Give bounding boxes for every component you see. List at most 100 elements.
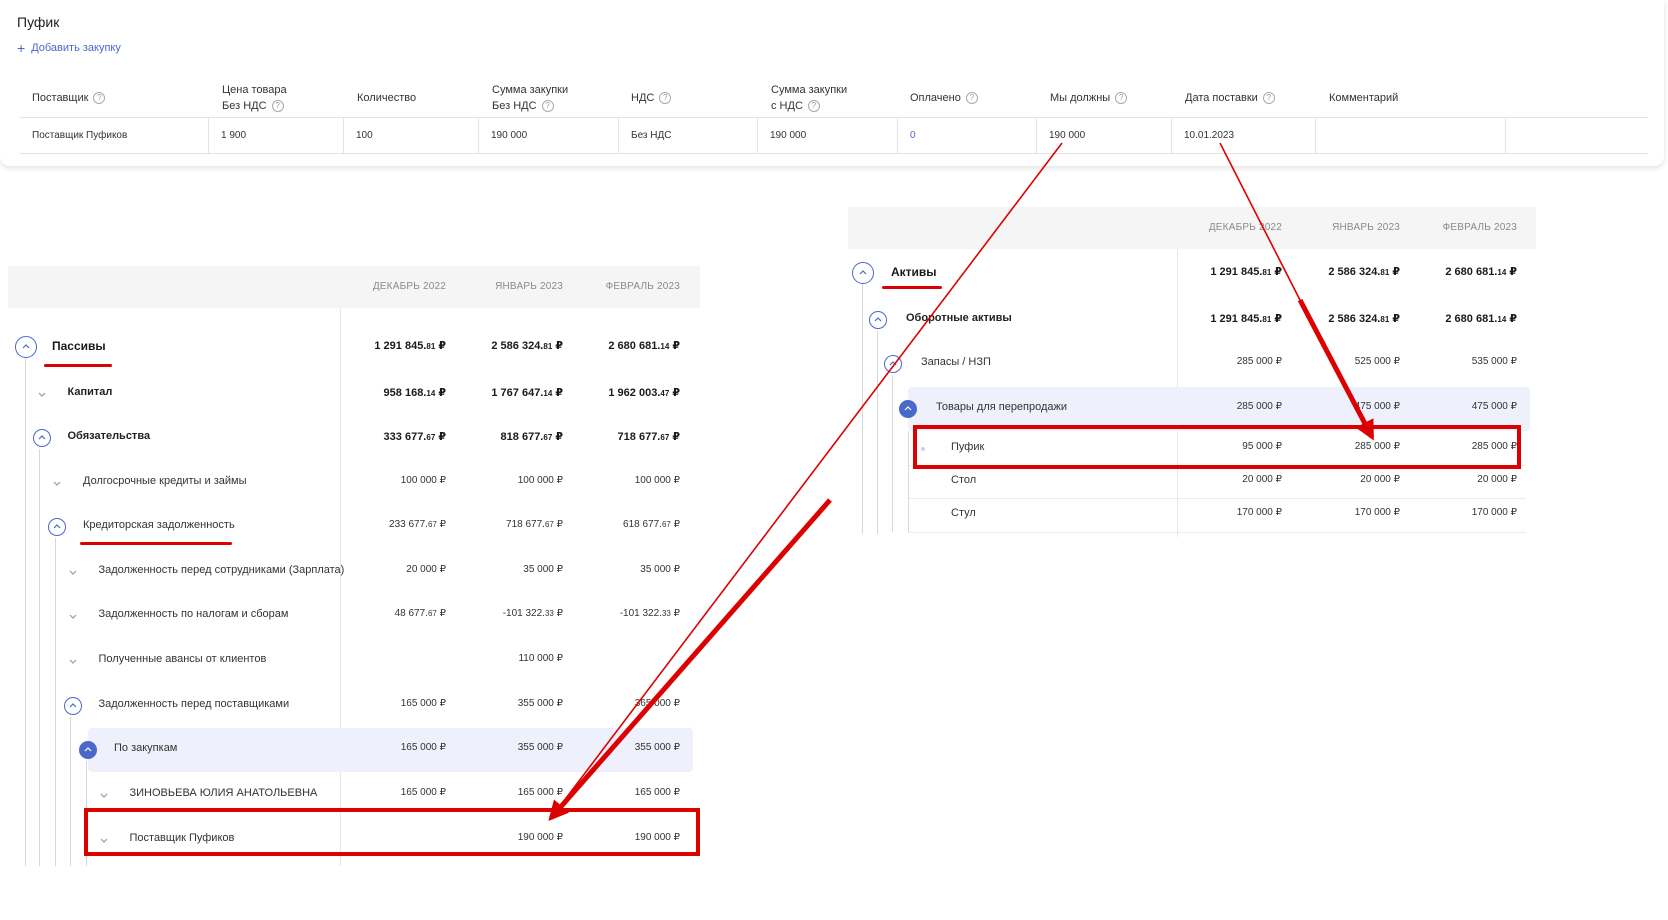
month-column-header: ФЕВРАЛЬ 2023: [1442, 222, 1517, 233]
column-header: Комментарий: [1329, 78, 1398, 118]
column-header-label: Оплачено?: [910, 90, 978, 106]
tree-row-label[interactable]: Стул: [951, 507, 976, 519]
tree-row-label[interactable]: Активы: [891, 265, 937, 279]
chevron-up-icon[interactable]: [899, 400, 917, 418]
column-header: Цена товара Без НДС?: [222, 78, 287, 118]
row-separator: [908, 498, 1526, 499]
column-header: Оплачено?: [910, 78, 978, 118]
help-icon[interactable]: ?: [807, 100, 820, 113]
kopecks: 14: [660, 342, 670, 351]
tree-row-label[interactable]: По закупкам: [114, 742, 177, 754]
table-cell: Без НДС: [618, 118, 757, 154]
amount-cell: 2 680 681.14 ₽: [1445, 313, 1517, 325]
table-cell: 1 900: [208, 118, 343, 154]
chevron-up-icon[interactable]: [32, 429, 51, 447]
chevron-down-icon[interactable]: [64, 607, 82, 625]
add-purchase-label: Добавить закупку: [31, 42, 121, 54]
table-cell: [1505, 118, 1648, 154]
amount-cell: 20 000 ₽: [1477, 474, 1517, 485]
annotation-underline-passives: [44, 364, 112, 367]
annotation-underline-creditor: [80, 542, 232, 545]
column-header-line2: с НДС?: [771, 98, 847, 114]
chevron-down-icon[interactable]: [33, 385, 51, 403]
table-row[interactable]: Поставщик Пуфиков 1 900 100 190 000 Без НДС 1…: [20, 118, 1648, 154]
chevron-up-icon[interactable]: [884, 355, 902, 373]
chevron-down-icon[interactable]: [95, 786, 113, 804]
chevron-up-icon[interactable]: [869, 311, 887, 329]
column-header-line1: Сумма закупки: [771, 84, 848, 96]
column-header-line1: Сумма закупки: [492, 84, 569, 96]
amount-cell: 2 680 681.14 ₽: [1445, 266, 1517, 278]
chevron-up-icon[interactable]: [79, 741, 97, 759]
column-header-line1: Дата поставки?: [1185, 90, 1275, 106]
help-icon[interactable]: ?: [659, 92, 672, 105]
kopecks: 67: [661, 520, 671, 529]
amount-cell: 475 000 ₽: [1471, 401, 1517, 412]
chevron-up-icon[interactable]: [48, 518, 66, 536]
table-cell: 100: [343, 118, 478, 154]
assets-panel: ДЕКАБРЬ 2022 ЯНВАРЬ 2023 ФЕВРАЛЬ 2023 Актив…: [848, 207, 1536, 537]
tree-row-label[interactable]: Полученные авансы от клиентов: [99, 653, 267, 665]
help-icon[interactable]: ?: [93, 92, 106, 105]
tree-row-label[interactable]: Товары для перепродажи: [936, 401, 1067, 413]
column-header-label: Поставщик?: [32, 90, 106, 106]
column-header-line1: Количество: [357, 92, 417, 104]
tree-row-label[interactable]: Стол: [951, 474, 976, 486]
tree-row-label[interactable]: Пассивы: [52, 339, 106, 353]
column-header-label: НДС?: [631, 90, 672, 106]
column-header-label: Комментарий: [1329, 90, 1398, 106]
column-header-label: Мы должны?: [1050, 90, 1128, 106]
table-cell: Поставщик Пуфиков: [32, 130, 128, 141]
tree-connector: [908, 431, 909, 532]
column-header: Мы должны?: [1050, 78, 1128, 118]
tree-row-label[interactable]: Долгосрочные кредиты и займы: [83, 475, 246, 487]
table-cell[interactable]: 0: [897, 118, 1036, 154]
annotation-underline-assets: [882, 286, 942, 289]
chevron-down-icon[interactable]: [64, 652, 82, 670]
column-header-line1: Цена товара: [222, 84, 287, 96]
chevron-down-icon[interactable]: [64, 563, 82, 581]
table-cell: 190 000: [757, 118, 897, 154]
chevron-down-icon[interactable]: [48, 474, 66, 492]
amount-cell: 618 677.67 ₽: [623, 519, 680, 530]
column-header-line1: НДС?: [631, 90, 672, 106]
amount-cell: 165 000 ₽: [634, 787, 680, 798]
kopecks: 14: [1497, 315, 1507, 324]
tree-connector: [70, 717, 71, 866]
chevron-up-icon[interactable]: [63, 697, 82, 715]
amount-cell: 35 000 ₽: [640, 564, 680, 575]
annotation-box-pufik: [913, 425, 1521, 469]
help-icon[interactable]: ?: [541, 100, 554, 113]
tree-row-label[interactable]: Оборотные активы: [906, 312, 1012, 324]
tree-row-label[interactable]: Запасы / НЗП: [921, 356, 991, 368]
column-header-line2: Без НДС?: [222, 98, 287, 114]
amount-cell: 170 000 ₽: [1471, 507, 1517, 518]
month-column-header: ЯНВАРЬ 2023: [1332, 222, 1400, 233]
tree-row-label[interactable]: Капитал: [68, 386, 113, 398]
column-header-label: Сумма закупки Без НДС?: [492, 82, 568, 114]
amount-cell: 355 000 ₽: [634, 742, 680, 753]
amount-cell: 110 000 ₽: [518, 653, 563, 664]
table-cell: 10.01.2023: [1171, 118, 1315, 154]
help-icon[interactable]: ?: [1262, 92, 1275, 105]
column-header-label: Количество: [357, 90, 416, 106]
column-header-line1: Мы должны?: [1050, 90, 1128, 106]
table-cell: 190 000: [1036, 118, 1171, 154]
chevron-up-icon[interactable]: [852, 262, 874, 284]
chevron-up-icon[interactable]: [15, 336, 37, 358]
tree-row-label[interactable]: Задолженность по налогам и сборам: [99, 608, 289, 620]
liabilities-panel: ДЕКАБРЬ 2022 ЯНВАРЬ 2023 ФЕВРАЛЬ 2023 Пасси…: [8, 266, 700, 866]
tree-connector: [55, 538, 56, 866]
help-icon[interactable]: ?: [965, 92, 978, 105]
add-purchase-button[interactable]: + Добавить закупку: [17, 41, 121, 55]
tree-row-label[interactable]: Задолженность перед поставщиками: [99, 698, 290, 710]
tree-row-label[interactable]: ЗИНОВЬЕВА ЮЛИЯ АНАТОЛЬЕВНА: [130, 787, 318, 799]
tree-connector: [862, 284, 863, 534]
help-icon[interactable]: ?: [271, 100, 284, 113]
tree-row-label[interactable]: Обязательства: [68, 430, 151, 442]
column-header-label: Цена товара Без НДС?: [222, 82, 287, 114]
purchase-card: Пуфик + Добавить закупку Поставщик? Цена …: [0, 0, 1664, 166]
column-header: Дата поставки?: [1185, 78, 1275, 118]
help-icon[interactable]: ?: [1115, 92, 1128, 105]
tree-row-label[interactable]: Кредиторская задолженность: [83, 519, 235, 531]
